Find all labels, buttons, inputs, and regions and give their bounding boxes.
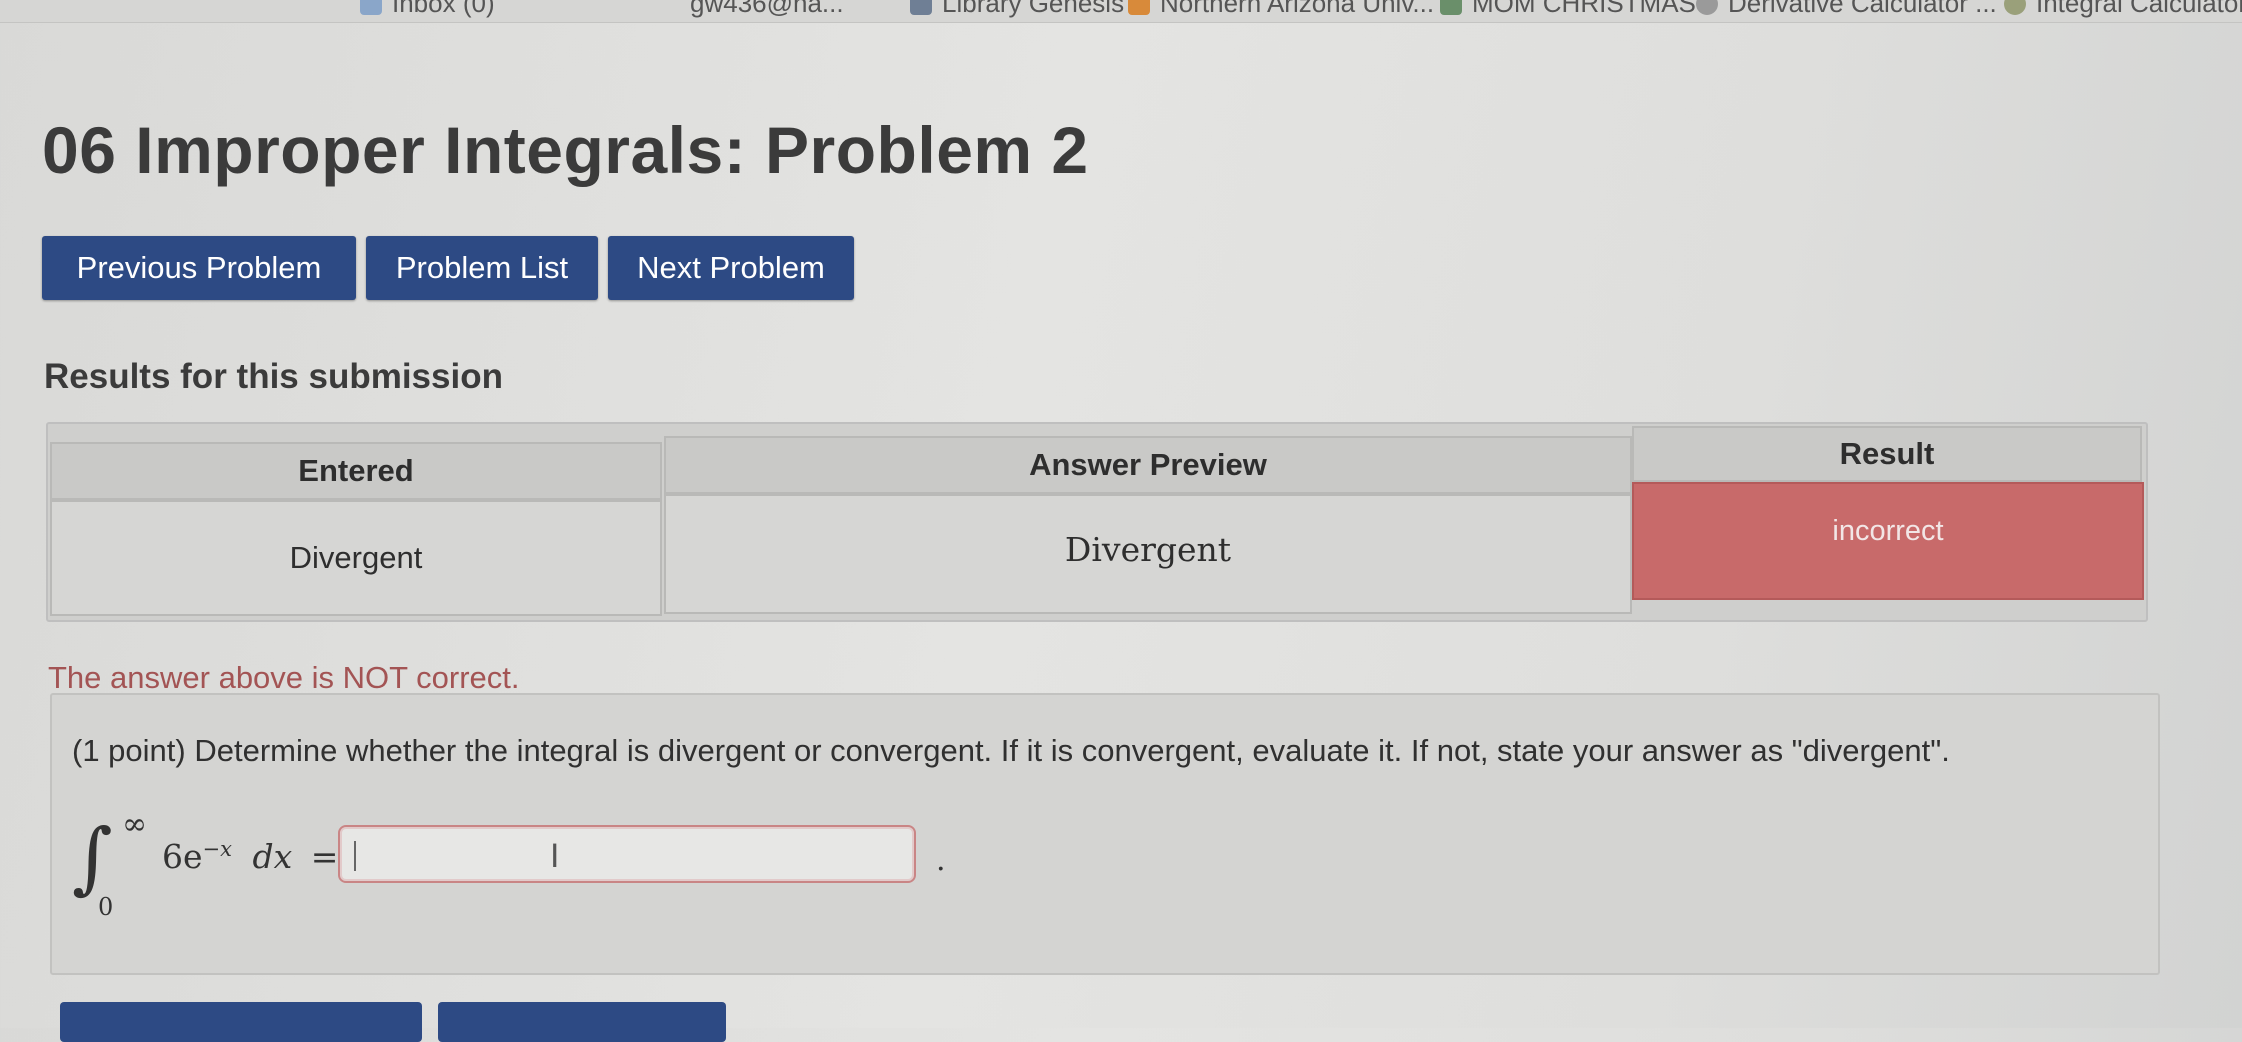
trailing-period: . [936, 843, 946, 878]
answer-input[interactable]: I [338, 825, 916, 883]
preview-answers-button[interactable] [438, 1002, 726, 1042]
result-status-badge: incorrect [1632, 482, 2144, 600]
page-title: 06 Improper Integrals: Problem 2 [42, 113, 1089, 187]
next-problem-button[interactable]: Next Problem [608, 236, 854, 300]
results-heading: Results for this submission [44, 357, 503, 396]
column-header-entered: Entered [50, 442, 662, 500]
mail-icon [360, 0, 382, 15]
upper-limit: ∞ [122, 807, 147, 842]
bookmark-derivative-calc[interactable]: Derivative Calculator ... [1696, 0, 1997, 19]
bookmark-gw436[interactable]: gw436@na... [690, 0, 844, 19]
lower-limit: 0 [98, 893, 114, 921]
problem-statement: (1 point) Determine whether the integral… [72, 733, 1950, 769]
bookmark-mom-christmas[interactable]: MOM CHRISTMAS [1440, 0, 1696, 19]
answer-preview-value: Divergent [664, 494, 1632, 614]
integrand: 6e−x dx = [162, 837, 339, 876]
bookmark-library-genesis[interactable]: Library Genesis [910, 0, 1124, 19]
submit-answers-button[interactable] [60, 1002, 422, 1042]
integral-sign: ∫ [72, 813, 113, 903]
bookmark-nau[interactable]: Northern Arizona Univ... [1128, 0, 1434, 19]
folder-icon [1440, 0, 1462, 15]
problem-box: (1 point) Determine whether the integral… [50, 693, 2160, 975]
bookmark-inbox[interactable]: Inbox (0) [360, 0, 495, 19]
column-header-answer-preview: Answer Preview [664, 436, 1632, 494]
problem-text: Determine whether the integral is diverg… [194, 733, 1950, 768]
nau-icon [1128, 0, 1150, 15]
bookmarks-bar: Inbox (0) gw436@na... Library Genesis No… [0, 0, 2242, 23]
points-label: (1 point) [72, 733, 186, 768]
column-header-result: Result [1632, 426, 2142, 482]
entered-value: Divergent [50, 500, 662, 616]
previous-problem-button[interactable]: Previous Problem [42, 236, 356, 300]
ibeam-cursor-icon: I [550, 837, 560, 875]
results-table: Entered Answer Preview Result Divergent … [46, 422, 2148, 622]
problem-list-button[interactable]: Problem List [366, 236, 598, 300]
feedback-message: The answer above is NOT correct. [48, 660, 520, 695]
calculator-icon [1696, 0, 1718, 15]
library-icon [910, 0, 932, 15]
bookmark-integral-calc[interactable]: Integral Calculator [2004, 0, 2242, 19]
calculator-icon [2004, 0, 2026, 15]
text-caret [354, 841, 356, 871]
